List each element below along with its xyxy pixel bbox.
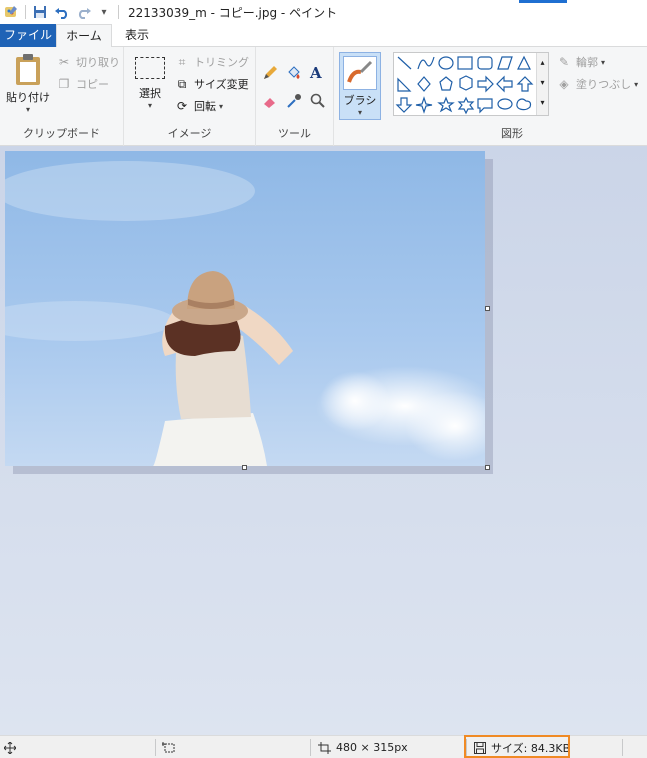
fill-label: 塗りつぶし: [576, 78, 632, 91]
image-group: 選択 ▾ ⌗ トリミング ⧉ サイズ変更 ⟳ 回転 ▾ イメージ: [124, 47, 256, 146]
crop-icon: ⌗: [178, 54, 186, 69]
copy-icon: ❐: [58, 77, 70, 91]
pencil-tool-button[interactable]: [262, 63, 278, 83]
photo-image: [5, 151, 485, 466]
separator: [25, 5, 26, 19]
dimensions-text: 480 × 315px: [336, 741, 408, 754]
status-separator: [155, 739, 156, 756]
eraser-tool-button[interactable]: [262, 91, 278, 111]
shapes-gallery-icons: [395, 55, 534, 115]
cut-button[interactable]: ✂ 切り取り: [56, 52, 120, 72]
outline-dropdown-icon: ▾: [601, 57, 606, 67]
file-size-highlight: [464, 735, 570, 758]
cut-label: 切り取り: [76, 56, 120, 69]
outline-label: 輪郭: [576, 56, 598, 69]
brushes-dropdown-icon: ▾: [357, 108, 362, 117]
window-title: 22133039_m - コピー.jpg - ペイント: [128, 5, 338, 20]
brushes-group: ブラシ ▾: [334, 47, 388, 146]
rotate-button[interactable]: ⟳ 回転 ▾: [174, 96, 223, 116]
selection-size-icon: [162, 741, 175, 752]
fill-bucket-icon: ◈: [559, 77, 569, 91]
redo-icon[interactable]: [75, 3, 93, 21]
undo-icon[interactable]: [53, 3, 71, 21]
select-label: 選択: [139, 87, 161, 100]
dimensions-icon: [318, 741, 331, 754]
fill-tool-button[interactable]: [286, 63, 302, 83]
status-separator: [310, 739, 311, 756]
paste-dropdown-icon[interactable]: ▾: [6, 105, 50, 114]
select-button[interactable]: 選択 ▾: [132, 55, 168, 119]
rotate-icon: ⟳: [176, 99, 188, 113]
fill-button[interactable]: ◈ 塗りつぶし ▾: [556, 74, 638, 94]
tab-file[interactable]: ファイル: [0, 24, 56, 47]
rotate-label: 回転: [194, 100, 216, 113]
tools-group-label: ツール: [278, 127, 311, 140]
paint-app-icon: [2, 3, 20, 21]
resize-icon: ⧉: [177, 76, 187, 91]
tab-view[interactable]: 表示: [114, 24, 160, 47]
text-tool-button[interactable]: A: [310, 63, 322, 83]
tab-home[interactable]: ホーム: [56, 24, 112, 48]
brushes-button[interactable]: ブラシ ▾: [339, 52, 381, 120]
clipboard-group-label: クリップボード: [23, 127, 100, 140]
selection-size: [162, 736, 176, 758]
fill-dropdown-icon: ▾: [634, 79, 639, 89]
shapes-scrollbar[interactable]: ▴ ▾ ▾: [536, 53, 548, 115]
color-picker-icon: [287, 94, 301, 108]
clipboard-icon: [16, 54, 40, 85]
rotate-dropdown-icon: ▾: [219, 101, 224, 111]
shapes-group: ▴ ▾ ▾ ✎ 輪郭 ▾ ◈ 塗りつぶし ▾ 図形: [388, 47, 638, 146]
title-bar: ▾ 22133039_m - コピー.jpg - ペイント: [0, 0, 647, 24]
resize-label: サイズ変更: [194, 78, 249, 91]
image-group-label: イメージ: [167, 127, 212, 140]
brushes-label: ブラシ: [343, 94, 377, 107]
pencil-icon: [264, 66, 277, 79]
save-icon[interactable]: [31, 3, 49, 21]
select-rect-icon: [135, 57, 165, 79]
clipboard-group: 貼り付け ▾ ✂ 切り取り ❐ コピー クリップボード: [0, 47, 124, 146]
select-dropdown-icon[interactable]: ▾: [132, 101, 168, 110]
status-separator: [622, 739, 623, 756]
copy-button[interactable]: ❐ コピー: [56, 74, 109, 94]
image-canvas[interactable]: [5, 151, 485, 466]
crop-label: トリミング: [194, 56, 249, 69]
resize-handle-right[interactable]: [485, 306, 490, 311]
scroll-down-icon[interactable]: ▾: [537, 73, 548, 93]
workspace: [0, 146, 647, 735]
status-bar: 480 × 315px サイズ: 84.3KB: [0, 735, 647, 758]
resize-button[interactable]: ⧉ サイズ変更: [174, 74, 249, 94]
cursor-position-icon: [4, 741, 16, 754]
expand-gallery-icon[interactable]: ▾: [537, 93, 548, 113]
scroll-up-icon[interactable]: ▴: [537, 53, 548, 73]
title-accent-bar: [519, 0, 567, 3]
shapes-group-label: 図形: [501, 127, 523, 140]
ribbon-tabs: ファイル ホーム 表示: [0, 24, 647, 48]
cursor-position: [4, 736, 16, 758]
eraser-icon: [264, 98, 275, 108]
text-icon: A: [310, 64, 322, 82]
resize-handle-bottom[interactable]: [242, 465, 247, 470]
crop-button[interactable]: ⌗ トリミング: [174, 52, 249, 72]
scissors-icon: ✂: [58, 55, 70, 69]
tools-group: A ツール: [256, 47, 334, 146]
outline-brush-icon: ✎: [558, 55, 570, 69]
outline-button[interactable]: ✎ 輪郭 ▾: [556, 52, 605, 72]
color-picker-tool-button[interactable]: [286, 91, 302, 111]
paste-button[interactable]: 貼り付け ▾: [6, 53, 50, 123]
ribbon: 貼り付け ▾ ✂ 切り取り ❐ コピー クリップボード 選択 ▾ ⌗ トリミング…: [0, 47, 647, 146]
separator: [118, 5, 119, 19]
copy-label: コピー: [76, 78, 109, 91]
magnifier-icon: [310, 93, 325, 108]
magnifier-tool-button[interactable]: [310, 91, 326, 111]
resize-handle-corner[interactable]: [485, 465, 490, 470]
fill-icon: [288, 66, 300, 79]
image-dimensions: 480 × 315px: [318, 736, 408, 758]
customize-quick-access-icon[interactable]: ▾: [95, 3, 113, 21]
brush-icon: [343, 56, 377, 90]
shapes-gallery[interactable]: ▴ ▾ ▾: [393, 52, 549, 116]
paste-label: 貼り付け: [6, 91, 50, 104]
